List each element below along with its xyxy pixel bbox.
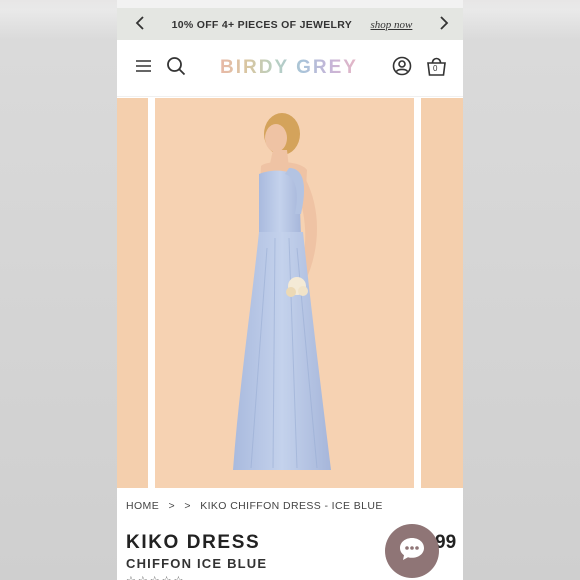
promo-text: 10% OFF 4+ PIECES OF JEWELRY xyxy=(171,19,353,31)
star-icon: ☆ xyxy=(174,575,186,580)
star-icon: ☆ xyxy=(138,575,150,580)
chevron-left-icon[interactable] xyxy=(135,15,145,33)
previous-image-peek[interactable] xyxy=(117,98,148,488)
product-variant: CHIFFON ICE BLUE xyxy=(126,556,268,571)
top-strip xyxy=(117,0,463,8)
breadcrumb: HOME > > KIKO CHIFFON DRESS - ICE BLUE xyxy=(126,500,389,512)
search-icon[interactable] xyxy=(166,56,186,81)
background-blur-right xyxy=(463,0,580,580)
cart-icon[interactable]: 0 xyxy=(426,55,447,82)
product-title: KIKO DRESS xyxy=(126,532,261,553)
next-image-peek[interactable] xyxy=(421,98,463,488)
breadcrumb-separator: > xyxy=(184,500,191,512)
background-blur-left xyxy=(0,0,117,580)
star-icon: ☆ xyxy=(162,575,174,580)
brand-logo[interactable]: BIRDY GREY xyxy=(220,57,358,79)
menu-icon[interactable] xyxy=(135,59,152,78)
site-header: BIRDY GREY 0 xyxy=(117,40,463,97)
star-icon: ☆ xyxy=(126,575,138,580)
breadcrumb-separator: > xyxy=(168,500,175,512)
mobile-page: 10% OFF 4+ PIECES OF JEWELRY shop now BI… xyxy=(117,0,463,580)
breadcrumb-current: KIKO CHIFFON DRESS - ICE BLUE xyxy=(200,500,383,512)
account-icon[interactable] xyxy=(392,56,412,81)
breadcrumb-home[interactable]: HOME xyxy=(126,500,159,512)
promo-banner: 10% OFF 4+ PIECES OF JEWELRY shop now xyxy=(117,8,463,40)
chat-icon xyxy=(398,536,426,567)
promo-shop-now-link[interactable]: shop now xyxy=(371,19,413,31)
star-icon: ☆ xyxy=(150,575,162,580)
rating-stars[interactable]: ☆☆☆☆☆ xyxy=(126,574,185,580)
product-gallery[interactable] xyxy=(117,98,463,491)
cart-count: 0 xyxy=(433,63,438,73)
chat-button[interactable] xyxy=(385,524,439,578)
chevron-right-icon[interactable] xyxy=(439,15,449,33)
product-image[interactable] xyxy=(155,98,414,488)
